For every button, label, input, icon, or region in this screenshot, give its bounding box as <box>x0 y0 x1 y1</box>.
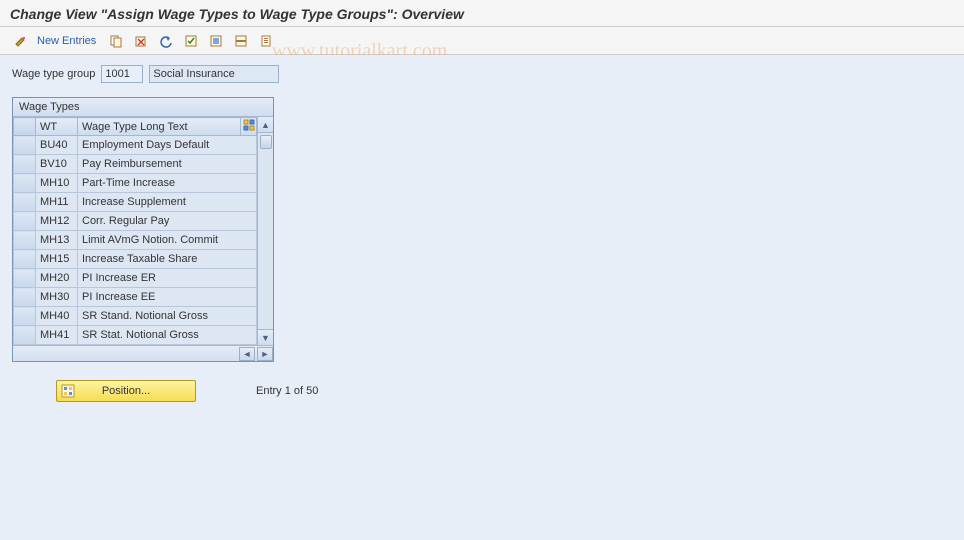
footer-row: Position... Entry 1 of 50 <box>56 380 952 402</box>
configuration-icon[interactable] <box>255 31 277 51</box>
cell-wt[interactable]: MH13 <box>36 231 78 250</box>
deselect-all-icon[interactable] <box>230 31 252 51</box>
row-selector[interactable] <box>14 307 36 326</box>
column-longtext[interactable]: Wage Type Long Text <box>78 118 241 136</box>
column-row-selector[interactable] <box>14 118 36 136</box>
row-selector[interactable] <box>14 193 36 212</box>
position-button-label: Position... <box>102 385 150 397</box>
row-selector[interactable] <box>14 174 36 193</box>
cell-longtext[interactable]: SR Stand. Notional Gross <box>78 307 257 326</box>
row-selector[interactable] <box>14 326 36 345</box>
horizontal-scrollbar[interactable]: ◄ ► <box>13 345 273 361</box>
cell-longtext[interactable]: PI Increase ER <box>78 269 257 288</box>
table-row[interactable]: MH15Increase Taxable Share <box>14 250 257 269</box>
scroll-track[interactable] <box>258 133 273 329</box>
row-selector[interactable] <box>14 269 36 288</box>
cell-wt[interactable]: MH41 <box>36 326 78 345</box>
table-row[interactable]: BV10Pay Reimbursement <box>14 155 257 174</box>
cell-longtext[interactable]: Part-Time Increase <box>78 174 257 193</box>
row-selector[interactable] <box>14 136 36 155</box>
column-settings-icon[interactable] <box>241 118 257 136</box>
page-title: Change View "Assign Wage Types to Wage T… <box>0 0 964 27</box>
entry-count-label: Entry 1 of 50 <box>256 385 318 397</box>
delete-icon[interactable] <box>130 31 152 51</box>
scroll-up-icon[interactable]: ▲ <box>258 117 273 133</box>
column-wt[interactable]: WT <box>36 118 78 136</box>
row-selector[interactable] <box>14 250 36 269</box>
cell-wt[interactable]: MH20 <box>36 269 78 288</box>
scroll-down-icon[interactable]: ▼ <box>258 329 273 345</box>
cell-longtext[interactable]: Increase Taxable Share <box>78 250 257 269</box>
row-selector[interactable] <box>14 155 36 174</box>
cell-wt[interactable]: BU40 <box>36 136 78 155</box>
table-row[interactable]: MH20PI Increase ER <box>14 269 257 288</box>
table-row[interactable]: MH30PI Increase EE <box>14 288 257 307</box>
vertical-scrollbar[interactable]: ▲ ▼ <box>257 117 273 345</box>
table-row[interactable]: MH10Part-Time Increase <box>14 174 257 193</box>
cell-wt[interactable]: MH12 <box>36 212 78 231</box>
scroll-right-icon[interactable]: ► <box>257 347 273 361</box>
wage-type-group-text <box>149 65 279 83</box>
scroll-thumb[interactable] <box>260 135 272 149</box>
main-content: Wage type group Wage Types WT Wage Type … <box>0 55 964 540</box>
scroll-left-icon[interactable]: ◄ <box>239 347 255 361</box>
wage-type-group-code-input[interactable] <box>101 65 143 83</box>
cell-wt[interactable]: MH15 <box>36 250 78 269</box>
table-row[interactable]: MH13Limit AVmG Notion. Commit <box>14 231 257 250</box>
cell-longtext[interactable]: PI Increase EE <box>78 288 257 307</box>
select-block-icon[interactable] <box>205 31 227 51</box>
table-row[interactable]: MH11Increase Supplement <box>14 193 257 212</box>
cell-wt[interactable]: MH11 <box>36 193 78 212</box>
cell-wt[interactable]: MH30 <box>36 288 78 307</box>
cell-wt[interactable]: BV10 <box>36 155 78 174</box>
position-icon <box>61 384 75 401</box>
cell-longtext[interactable]: Corr. Regular Pay <box>78 212 257 231</box>
cell-wt[interactable]: MH40 <box>36 307 78 326</box>
cell-longtext[interactable]: Pay Reimbursement <box>78 155 257 174</box>
wage-types-table: Wage Types WT Wage Type Long Text <box>12 97 274 362</box>
table-title: Wage Types <box>13 98 273 117</box>
cell-longtext[interactable]: Limit AVmG Notion. Commit <box>78 231 257 250</box>
cell-longtext[interactable]: SR Stat. Notional Gross <box>78 326 257 345</box>
toolbar: New Entries <box>0 27 964 55</box>
row-selector[interactable] <box>14 288 36 307</box>
cell-longtext[interactable]: Increase Supplement <box>78 193 257 212</box>
cell-longtext[interactable]: Employment Days Default <box>78 136 257 155</box>
table-row[interactable]: BU40Employment Days Default <box>14 136 257 155</box>
undo-change-icon[interactable] <box>155 31 177 51</box>
new-entries-button[interactable]: New Entries <box>35 35 102 47</box>
toggle-display-change-icon[interactable] <box>10 31 32 51</box>
row-selector[interactable] <box>14 212 36 231</box>
copy-as-icon[interactable] <box>105 31 127 51</box>
table-row[interactable]: MH40SR Stand. Notional Gross <box>14 307 257 326</box>
cell-wt[interactable]: MH10 <box>36 174 78 193</box>
position-button[interactable]: Position... <box>56 380 196 402</box>
wage-type-group-label: Wage type group <box>12 68 95 80</box>
wage-types-grid: WT Wage Type Long Text BU40Employment Da… <box>13 117 257 345</box>
row-selector[interactable] <box>14 231 36 250</box>
select-all-icon[interactable] <box>180 31 202 51</box>
table-row[interactable]: MH41SR Stat. Notional Gross <box>14 326 257 345</box>
table-row[interactable]: MH12Corr. Regular Pay <box>14 212 257 231</box>
wage-type-group-row: Wage type group <box>12 65 952 83</box>
